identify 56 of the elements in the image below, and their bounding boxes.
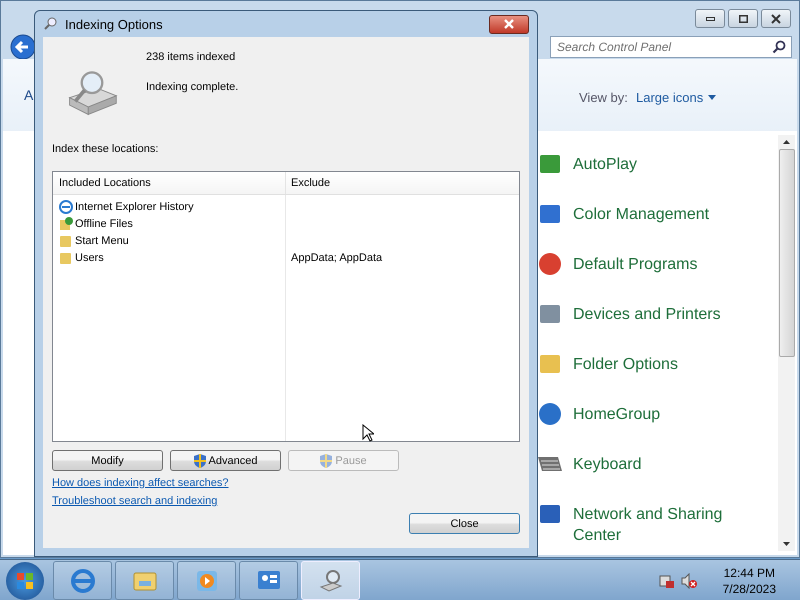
close-button[interactable] bbox=[761, 9, 791, 28]
volume-muted-icon bbox=[680, 572, 697, 588]
clock-time: 12:44 PM bbox=[724, 566, 775, 580]
action-button[interactable]: Modify bbox=[52, 450, 163, 471]
media-taskbar-button[interactable] bbox=[177, 561, 236, 600]
scroll-thumb[interactable] bbox=[778, 149, 794, 357]
control-taskbar-button[interactable] bbox=[239, 561, 298, 600]
close-icon bbox=[771, 14, 781, 24]
location-cell: Users bbox=[75, 252, 104, 264]
location-cell: Start Menu bbox=[75, 234, 129, 246]
scroll-up-icon[interactable] bbox=[783, 140, 790, 144]
close-button[interactable] bbox=[489, 14, 529, 34]
control-panel-item[interactable]: Default Programs bbox=[573, 254, 753, 275]
column-header[interactable]: Included Locations bbox=[53, 172, 286, 194]
windows-logo-icon bbox=[17, 572, 33, 588]
sync-folder-icon bbox=[59, 216, 73, 230]
browser-icon bbox=[59, 200, 73, 214]
help-link[interactable]: How does indexing affect searches? bbox=[52, 477, 229, 489]
browser-icon bbox=[68, 566, 96, 594]
page-heading: A bbox=[24, 87, 34, 103]
location-cell: Internet Explorer History bbox=[75, 200, 194, 212]
exclude-cell: AppData; AppData bbox=[291, 252, 382, 264]
indexing-status: Indexing complete. bbox=[146, 81, 238, 93]
start-button[interactable] bbox=[6, 562, 44, 600]
maximize-button[interactable] bbox=[728, 9, 758, 28]
maximize-icon bbox=[738, 14, 748, 22]
ie-taskbar-button[interactable] bbox=[53, 561, 112, 600]
control-panel-item[interactable]: Folder Options bbox=[573, 354, 753, 375]
column-header[interactable]: Exclude bbox=[286, 172, 519, 194]
close-button[interactable]: Close bbox=[409, 513, 520, 534]
scroll-down-icon[interactable] bbox=[783, 542, 790, 546]
control-panel-item[interactable]: Color Management bbox=[573, 204, 753, 225]
control-panel-item[interactable]: HomeGroup bbox=[573, 404, 753, 425]
control-panel-item[interactable]: Network and Sharing Center bbox=[573, 504, 753, 546]
minimize-button[interactable] bbox=[695, 9, 725, 28]
scrollbar[interactable] bbox=[778, 135, 795, 551]
caret-icon bbox=[708, 95, 716, 100]
minimize-icon bbox=[706, 16, 714, 20]
view-by-dropdown[interactable]: Large icons bbox=[636, 90, 716, 105]
indexed-count: 238 items indexed bbox=[146, 51, 236, 63]
action-button[interactable]: Advanced bbox=[170, 450, 281, 471]
indexing-taskbar-button[interactable] bbox=[301, 561, 360, 600]
location-cell: Offline Files bbox=[75, 218, 133, 230]
view-by-label: View by: bbox=[579, 90, 628, 105]
magnifier-icon bbox=[43, 16, 59, 32]
search-icon bbox=[772, 40, 786, 54]
search-field[interactable]: Search Control Panel bbox=[550, 36, 792, 58]
troubleshoot-link[interactable]: Troubleshoot search and indexing bbox=[52, 495, 218, 507]
control-panel-item[interactable]: Devices and Printers bbox=[573, 304, 753, 325]
clock-date: 7/28/2023 bbox=[722, 582, 776, 596]
close-icon bbox=[504, 19, 514, 29]
control-panel-item[interactable]: Keyboard bbox=[573, 454, 753, 475]
window-title: Indexing Options bbox=[65, 16, 163, 32]
explorer-taskbar-button[interactable] bbox=[115, 561, 174, 600]
locations-label: Index these locations: bbox=[52, 143, 160, 155]
control-panel-item[interactable]: AutoPlay bbox=[573, 154, 753, 175]
